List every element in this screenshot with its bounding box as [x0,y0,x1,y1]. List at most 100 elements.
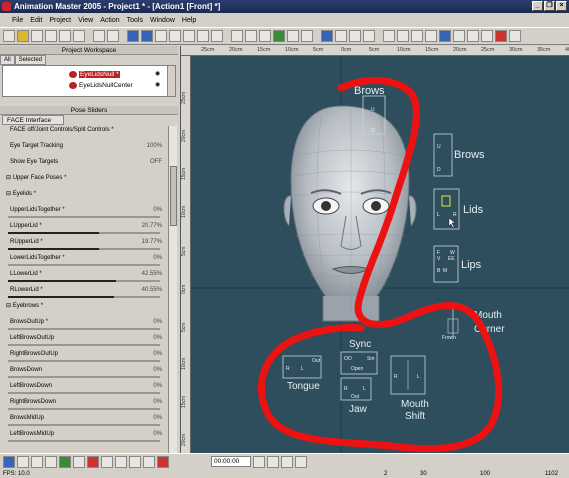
scene-canvas[interactable]: Brows U D Brows U D Lids L R Lips F V W [191,56,569,453]
translate-icon[interactable] [231,30,243,42]
tree-item-eyelidsnullcenter[interactable]: EyeLidsNullCenter [69,81,133,90]
side-view-icon[interactable] [425,30,437,42]
brows-control[interactable]: Brows U D [433,133,485,177]
menu-tools[interactable]: Tools [127,17,143,24]
record-keys-icon[interactable] [157,455,169,468]
pose-slider-row[interactable]: LUpperLid * 20.77% [2,222,166,238]
prev-frame-icon[interactable] [253,455,265,468]
pose-slider-row[interactable]: LeftBrowsDown 0% [2,382,166,398]
pose-slider-row[interactable]: BrowsDown 0% [2,366,166,382]
new-icon[interactable] [3,30,15,42]
sliders-scrollbar[interactable] [168,126,177,453]
pose-slider-track[interactable] [8,392,160,394]
scrollbar-thumb[interactable] [170,166,177,226]
pose-slider-row[interactable]: LLowerLid * 42.55% [2,270,166,286]
pose-slider-row[interactable]: ⊟ Eyelids * [2,190,166,206]
muscle-icon[interactable] [155,30,167,42]
pose-slider-track[interactable] [8,408,160,410]
move-view-icon[interactable] [383,30,395,42]
front-viewport[interactable]: 25cm 20cm 15cm 10cm 5cm 0cm 5cm 10cm 15cm 20cm 25c… [180,46,569,453]
camera-icon[interactable] [363,30,375,42]
pose-slider-row[interactable]: RLowerLid * 40.55% [2,286,166,302]
bird-view-icon[interactable] [453,30,465,42]
record-icon[interactable] [495,30,507,42]
grid-icon[interactable] [467,30,479,42]
rotate-icon[interactable] [259,30,271,42]
shaded-icon[interactable] [335,30,347,42]
visibility-icon[interactable]: ◉ [155,81,160,88]
tab-selected[interactable]: Selected [14,55,47,65]
stop-icon[interactable] [87,455,99,468]
visibility-icon[interactable]: ◉ [155,70,160,77]
paste-icon[interactable] [73,30,85,42]
render-icon[interactable] [321,30,333,42]
menu-project[interactable]: Project [49,17,71,24]
loop-icon[interactable] [129,455,141,468]
tree-item-eyelidsnull[interactable]: EyeLidsNull * [69,70,120,79]
jaw-control[interactable]: R L Out Jaw [340,377,372,415]
pose-slider-track[interactable] [8,296,160,298]
sync-control[interactable]: Sync OO Sm Open [340,339,378,375]
minimize-button[interactable]: _ [532,1,543,11]
pose-slider-row[interactable]: Eye Target Tracking 100% [2,142,166,158]
bones-icon[interactable] [141,30,153,42]
front-view-icon[interactable] [411,30,423,42]
redo-icon[interactable] [107,30,119,42]
lids-handle[interactable] [441,195,451,207]
pose-slider-track[interactable] [8,344,160,346]
path-icon[interactable] [73,455,85,468]
undo-icon[interactable] [93,30,105,42]
tab-face-interface[interactable]: FACE Interface [2,115,64,125]
cut-icon[interactable] [45,30,57,42]
last-frame-icon[interactable] [295,455,307,468]
pose-slider-row[interactable]: ⊟ Eyebrows * [2,302,166,318]
group-icon[interactable] [273,30,285,42]
pose-slider-row[interactable]: FACE off/Joint Controls/Split Controls * [2,126,166,142]
wireframe-icon[interactable] [349,30,361,42]
pose-slider-track[interactable] [8,440,160,442]
keyframe-icon[interactable] [17,455,29,468]
fit-view-icon[interactable] [397,30,409,42]
menu-view[interactable]: View [78,17,93,24]
save-icon[interactable] [31,30,43,42]
pose-slider-row[interactable]: Show Eye Targets OFF [2,158,166,174]
play-icon[interactable] [3,455,15,468]
pose-slider-row[interactable]: UpperLidsTogether * 0% [2,206,166,222]
lips-control[interactable]: Lips F V W EE B M [433,245,482,283]
pose-slider-row[interactable]: RightBrowsDown 0% [2,398,166,414]
scale-icon[interactable] [245,30,257,42]
pose-slider-row[interactable]: BrowsOutUp * 0% [2,318,166,334]
pose-icon[interactable] [31,455,43,468]
frame-icon[interactable] [211,30,223,42]
menu-help[interactable]: Help [182,17,196,24]
pose-slider-track[interactable] [8,232,160,234]
pose-slider-track[interactable] [8,248,160,250]
menu-edit[interactable]: Edit [30,17,42,24]
pose-slider-row[interactable]: LeftBrowsMidUp 0% [2,430,166,446]
pose-slider-track[interactable] [8,376,160,378]
pose-slider-track[interactable] [8,360,160,362]
menu-window[interactable]: Window [150,17,175,24]
select-icon[interactable] [127,30,139,42]
pose-slider-track[interactable] [8,264,160,266]
zoom-icon[interactable] [183,30,195,42]
pose-slider-track[interactable] [8,280,160,282]
pose-slider-row[interactable]: ⊟ Upper Face Poses * [2,174,166,190]
turn-icon[interactable] [197,30,209,42]
pose-slider-row[interactable]: RightBrowsOutUp 0% [2,350,166,366]
lasso-icon[interactable] [287,30,299,42]
ik-icon[interactable] [143,455,155,468]
pose-slider-row[interactable]: RUpperLid * 19.77% [2,238,166,254]
pose-slider-track[interactable] [8,216,160,218]
menu-file[interactable]: File [12,17,23,24]
time-field[interactable]: 00:00:00 [211,456,251,467]
pose-slider-row[interactable]: BrowsMidUp 0% [2,414,166,430]
skeleton-icon[interactable] [45,455,57,468]
ruler-icon[interactable] [481,30,493,42]
menu-action[interactable]: Action [100,17,119,24]
tongue-control[interactable]: R L Out Tongue [282,355,322,392]
hand-icon[interactable] [169,30,181,42]
tab-all[interactable]: All [0,55,15,65]
channel-icon[interactable] [59,455,71,468]
mouth-shift-control[interactable]: R L Mouth Shift [390,355,429,422]
